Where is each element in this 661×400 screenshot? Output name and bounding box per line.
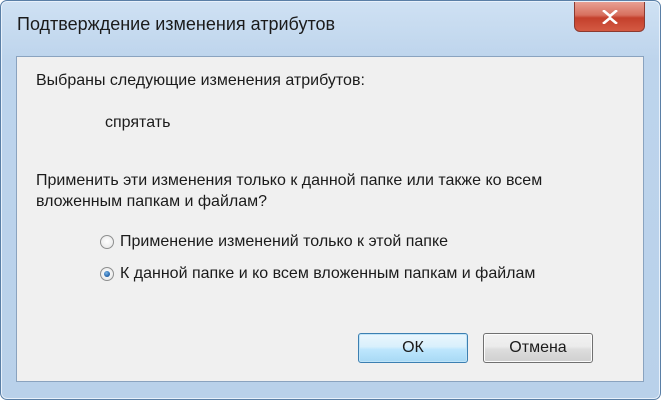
intro-text: Выбраны следующие изменения атрибутов: [36, 72, 365, 89]
option-this-folder-only[interactable]: Применение изменений только к этой папке [100, 233, 448, 251]
radio-button-selected[interactable] [100, 267, 114, 281]
radio-button[interactable] [100, 235, 114, 249]
question-line-1: Применить эти изменения только к данной … [36, 172, 543, 189]
option-label: Применение изменений только к этой папке [120, 233, 449, 250]
ok-button[interactable]: ОК [358, 333, 468, 363]
close-icon [601, 9, 618, 24]
cancel-button[interactable]: Отмена [483, 333, 593, 363]
option-label: К данной папке и ко всем вложенным папка… [120, 265, 536, 282]
title-bar[interactable]: Подтверждение изменения атрибутов [1, 1, 660, 56]
option-folder-and-subfolders[interactable]: К данной папке и ко всем вложенным папка… [100, 265, 535, 283]
window-title: Подтверждение изменения атрибутов [17, 14, 336, 34]
question-line-2: вложенным папкам и файлам? [36, 193, 268, 210]
dialog-window: Подтверждение изменения атрибутов Выбран… [0, 0, 661, 400]
attribute-change-text: спрятать [105, 114, 171, 131]
close-button[interactable] [574, 2, 645, 32]
dialog-content: Выбраны следующие изменения атрибутов: с… [16, 56, 644, 382]
